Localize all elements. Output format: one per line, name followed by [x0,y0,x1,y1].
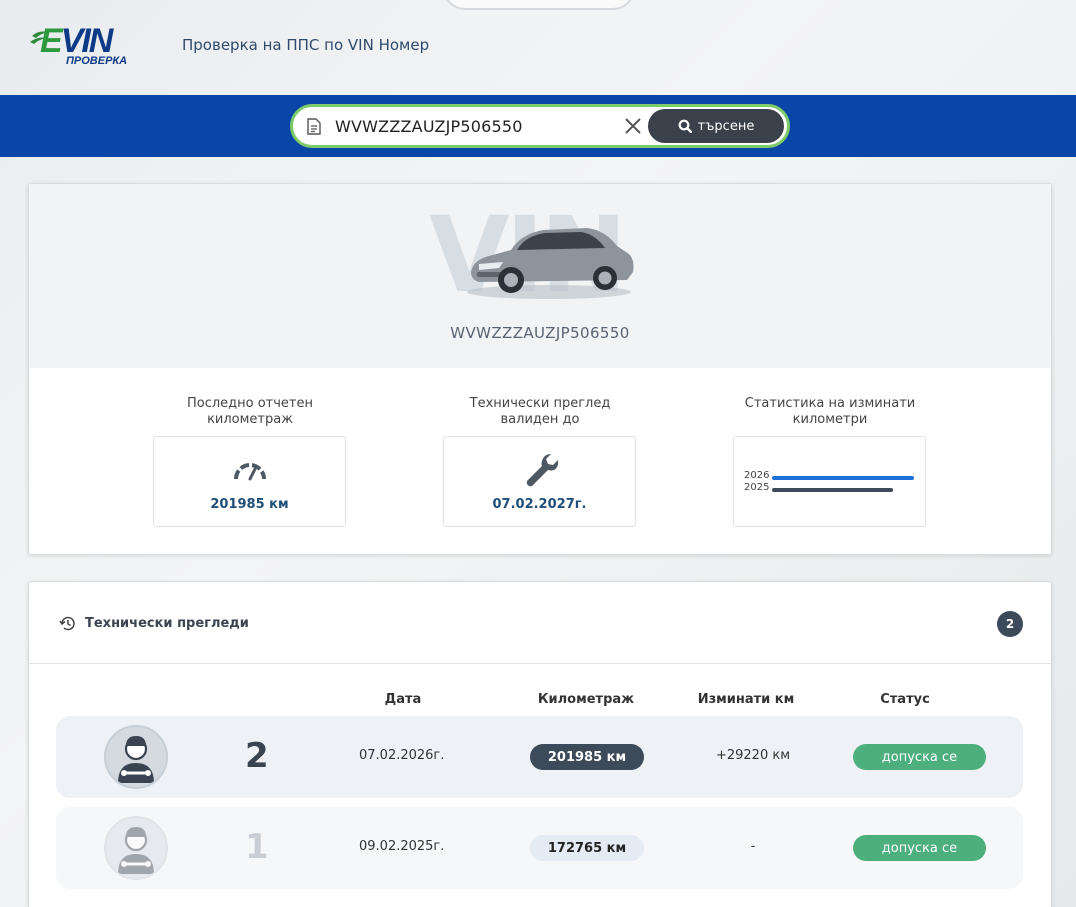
tagline: Проверка на ППС по VIN Номер [182,36,430,54]
km-mini-chart: 2026 2025 [744,470,920,495]
car-image [467,228,634,299]
wrench-icon [526,454,559,487]
vehicle-vin: WVWZZZAUZJP506550 [450,324,630,342]
status-badge: допуска се [853,835,986,861]
search-box[interactable]: WVWZZZAUZJP506550 търсене [290,104,790,148]
inspection-date: 09.02.2025г. [359,839,445,854]
column-header-date: Дата [384,692,422,707]
column-header-distance: Изминати км [697,692,795,707]
mileage-stat: Последно отчетен километраж 201985 км [153,396,347,527]
inspection-distance: +29220 км [715,748,791,763]
search-input[interactable]: WVWZZZAUZJP506550 [335,117,523,136]
km-chart-bar [772,476,914,480]
mileage-label: Последно отчетен километраж [186,396,314,427]
mechanic-icon [118,827,154,874]
mechanic-icon [118,736,154,783]
inspection-validity-value: 07.02.2027г. [492,497,587,512]
inspection-validity-box: 07.02.2027г. [443,436,636,527]
search-button-label: търсене [697,118,755,134]
inspection-distance: - [750,839,756,854]
search-button[interactable]: търсене [648,109,784,143]
vehicle-summary-card: VIN WVWZZZAUZJP506550 Последно отчетен к… [28,183,1052,555]
inspections-card: Технически прегледи 2 Дата Километраж Из… [28,581,1052,907]
km-chart-year-label: 2026 [744,470,770,481]
evin-logo[interactable]: EVIN ПРОВЕРКА [30,20,160,68]
inspection-validity-stat: Технически преглед валиден до 07.02.2027… [443,396,637,527]
mileage-box: 201985 км [153,436,346,527]
inspection-number: 2 [245,736,269,776]
inspection-date: 07.02.2026г. [359,748,445,763]
logo-subtext: ПРОВЕРКА [66,55,127,67]
history-icon [59,616,75,631]
search-icon [678,119,692,133]
km-chart-year-label: 2025 [744,482,770,493]
inspection-mileage: 201985 км [530,744,644,770]
km-statistics-label: Статистика на изминати километри [744,396,916,427]
km-statistics-stat: Статистика на изминати километри 2026 202… [733,396,927,527]
inspections-title: Технически прегледи [85,616,249,631]
header: EVIN ПРОВЕРКА Проверка на ППС по VIN Ном… [0,0,1076,95]
km-statistics-box: 2026 2025 [733,436,926,527]
inspections-count-badge: 2 [997,611,1023,637]
mechanic-avatar [104,816,168,880]
mileage-value: 201985 км [210,497,289,512]
column-header-status: Статус [880,692,930,707]
inspection-mileage: 172765 км [530,835,644,861]
vehicle-hero: VIN WVWZZZAUZJP506550 [29,184,1051,368]
status-badge: допуска се [853,744,986,770]
inspection-row[interactable]: 1 09.02.2025г. 172765 км - допуска се [56,807,1023,889]
clear-icon[interactable] [623,116,643,136]
inspection-validity-label: Технически преглед валиден до [469,396,611,427]
km-chart-bar [772,488,893,492]
inspection-row[interactable]: 2 07.02.2026г. 201985 км +29220 км допус… [56,716,1023,798]
inspection-number: 1 [245,827,269,867]
inspections-header: Технически прегледи 2 [29,582,1051,664]
speedometer-icon [234,463,266,481]
mechanic-avatar [104,725,168,789]
document-icon [307,118,321,135]
column-header-mileage: Километраж [537,692,635,707]
